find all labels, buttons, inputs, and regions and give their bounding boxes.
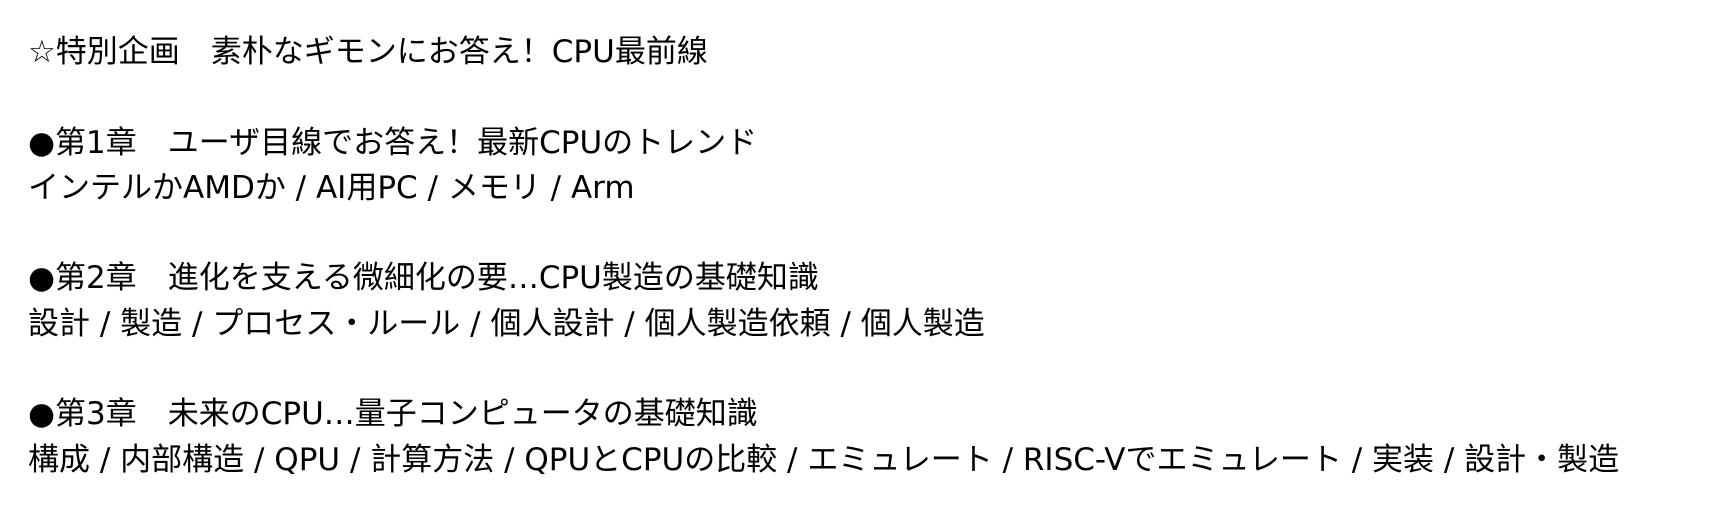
chapter-3-topics: 構成 / 内部構造 / QPU / 計算方法 / QPUとCPUの比較 / エミ… bbox=[28, 442, 1620, 478]
feature-title: ☆特別企画 素朴なギモンにお答え！CPU最前線 bbox=[28, 34, 708, 70]
chapter-1-heading: ●第1章 ユーザ目線でお答え！最新CPUのトレンド bbox=[28, 125, 758, 161]
chapter-2-heading: ●第2章 進化を支える微細化の要…CPU製造の基礎知識 bbox=[28, 260, 819, 296]
chapter-3-heading: ●第3章 未来のCPU…量子コンピュータの基礎知識 bbox=[28, 396, 758, 432]
chapter-1-topics: インテルかAMDか / AI用PC / メモリ / Arm bbox=[28, 170, 635, 206]
chapter-2-topics: 設計 / 製造 / プロセス・ルール / 個人設計 / 個人製造依頼 / 個人製… bbox=[28, 306, 985, 342]
